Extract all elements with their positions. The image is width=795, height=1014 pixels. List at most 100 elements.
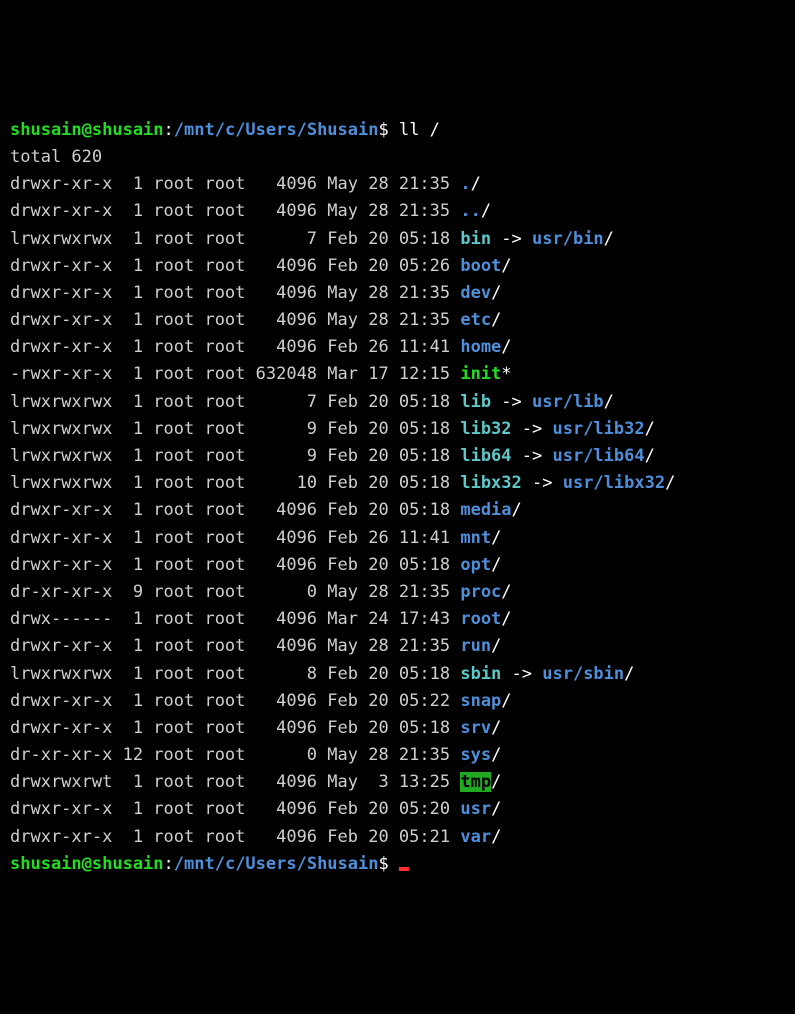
listing-name: mnt [460,528,491,548]
listing-columns: lrwxrwxrwx 1 root root 9 Feb 20 05:18 [10,446,460,466]
link-target: usr/lib32 [552,419,644,439]
link-target: usr/lib [532,392,604,412]
command-text: ll / [399,120,440,140]
prompt-dollar: $ [378,854,398,874]
link-target: usr/bin [532,229,604,249]
listing-star: * [501,364,511,384]
terminal-output[interactable]: shusain@shusain:/mnt/c/Users/Shusain$ ll… [10,117,785,878]
listing-slash: / [491,799,501,819]
listing-slash: / [491,528,501,548]
prompt-dollar: $ [378,120,398,140]
link-target-slash: / [624,664,634,684]
listing-name: usr [460,799,491,819]
prompt-path: /mnt/c/Users/Shusain [174,120,379,140]
listing-columns: drwxr-xr-x 1 root root 4096 Feb 20 05:20 [10,799,460,819]
listing-slash: / [512,500,522,520]
prompt-user: shusain@shusain [10,120,164,140]
prompt-path: /mnt/c/Users/Shusain [174,854,379,874]
link-arrow: -> [491,392,532,412]
link-target: usr/lib64 [552,446,644,466]
listing-row: drwxr-xr-x 1 root root 4096 Feb 26 11:41… [10,525,785,552]
listing-row: drwxr-xr-x 1 root root 4096 Feb 20 05:21… [10,824,785,851]
total-line: total 620 [10,144,785,171]
listing-row: lrwxrwxrwx 1 root root 10 Feb 20 05:18 l… [10,470,785,497]
listing-row: drwxr-xr-x 1 root root 4096 Feb 20 05:26… [10,253,785,280]
listing-row: dr-xr-xr-x 12 root root 0 May 28 21:35 s… [10,742,785,769]
listing-name: run [460,636,491,656]
listing-row: drwxr-xr-x 1 root root 4096 Feb 20 05:18… [10,497,785,524]
link-target-slash: / [645,419,655,439]
listing-name: snap [460,691,501,711]
listing-name: dev [460,283,491,303]
link-target-slash: / [604,392,614,412]
listing-columns: lrwxrwxrwx 1 root root 8 Feb 20 05:18 [10,664,460,684]
listing-slash: / [501,582,511,602]
listing-slash: / [501,337,511,357]
link-target-slash: / [665,473,675,493]
listing-name: libx32 [460,473,521,493]
listing-slash: / [491,718,501,738]
listing-name: opt [460,555,491,575]
listing-name: . [460,174,470,194]
listing-columns: drwxr-xr-x 1 root root 4096 May 28 21:35 [10,636,460,656]
listing-slash: / [491,283,501,303]
link-arrow: -> [522,473,563,493]
cursor [399,867,409,871]
link-arrow: -> [512,419,553,439]
listing-slash: / [491,772,501,792]
listing-row: drwxrwxrwt 1 root root 4096 May 3 13:25 … [10,769,785,796]
listing-slash: / [481,201,491,221]
link-target: usr/libx32 [563,473,665,493]
listing-columns: drwxr-xr-x 1 root root 4096 May 28 21:35 [10,310,460,330]
listing-name: .. [460,201,480,221]
listing-columns: drwxr-xr-x 1 root root 4096 May 28 21:35 [10,201,460,221]
listing-row: drwxr-xr-x 1 root root 4096 May 28 21:35… [10,633,785,660]
listing-columns: drwxr-xr-x 1 root root 4096 May 28 21:35 [10,283,460,303]
listing-columns: drwxr-xr-x 1 root root 4096 Feb 20 05:22 [10,691,460,711]
listing-name: var [460,827,491,847]
listing-row: lrwxrwxrwx 1 root root 8 Feb 20 05:18 sb… [10,661,785,688]
listing-row: drwxr-xr-x 1 root root 4096 May 28 21:35… [10,307,785,334]
listing-row: drwxr-xr-x 1 root root 4096 Feb 20 05:18… [10,552,785,579]
listing-row: drwxr-xr-x 1 root root 4096 Feb 20 05:22… [10,688,785,715]
listing-slash: / [501,691,511,711]
listing-row: lrwxrwxrwx 1 root root 7 Feb 20 05:18 li… [10,389,785,416]
prompt-colon: : [164,120,174,140]
listing-name: bin [460,229,491,249]
listing-row: drwxr-xr-x 1 root root 4096 Feb 26 11:41… [10,334,785,361]
listing-name: sys [460,745,491,765]
listing-name: tmp [460,772,491,792]
prompt-colon: : [164,854,174,874]
listing-row: drwxr-xr-x 1 root root 4096 Feb 20 05:20… [10,796,785,823]
listing-columns: lrwxrwxrwx 1 root root 9 Feb 20 05:18 [10,419,460,439]
listing-columns: -rwxr-xr-x 1 root root 632048 Mar 17 12:… [10,364,460,384]
listing-row: -rwxr-xr-x 1 root root 632048 Mar 17 12:… [10,361,785,388]
listing-slash: / [501,256,511,276]
listing-columns: drwxr-xr-x 1 root root 4096 May 28 21:35 [10,174,460,194]
listing-name: lib [460,392,491,412]
listing-columns: drwxrwxrwt 1 root root 4096 May 3 13:25 [10,772,460,792]
listing-name: home [460,337,501,357]
listing-columns: drwxr-xr-x 1 root root 4096 Feb 20 05:18 [10,555,460,575]
listing-row: dr-xr-xr-x 9 root root 0 May 28 21:35 pr… [10,579,785,606]
link-target-slash: / [604,229,614,249]
listing-slash: / [471,174,481,194]
listing-columns: drwxr-xr-x 1 root root 4096 Feb 20 05:18 [10,718,460,738]
listing-columns: dr-xr-xr-x 9 root root 0 May 28 21:35 [10,582,460,602]
prompt-user: shusain@shusain [10,854,164,874]
listing-row: drwx------ 1 root root 4096 Mar 24 17:43… [10,606,785,633]
link-arrow: -> [491,229,532,249]
link-target-slash: / [645,446,655,466]
listing-columns: drwxr-xr-x 1 root root 4096 Feb 26 11:41 [10,337,460,357]
listing-name: boot [460,256,501,276]
listing-row: lrwxrwxrwx 1 root root 7 Feb 20 05:18 bi… [10,226,785,253]
listing-columns: dr-xr-xr-x 12 root root 0 May 28 21:35 [10,745,460,765]
listing-name: sbin [460,664,501,684]
listing-slash: / [491,636,501,656]
listing-name: root [460,609,501,629]
listing-name: srv [460,718,491,738]
link-arrow: -> [512,446,553,466]
listing-slash: / [491,827,501,847]
listing-columns: drwxr-xr-x 1 root root 4096 Feb 20 05:26 [10,256,460,276]
listing-name: media [460,500,511,520]
